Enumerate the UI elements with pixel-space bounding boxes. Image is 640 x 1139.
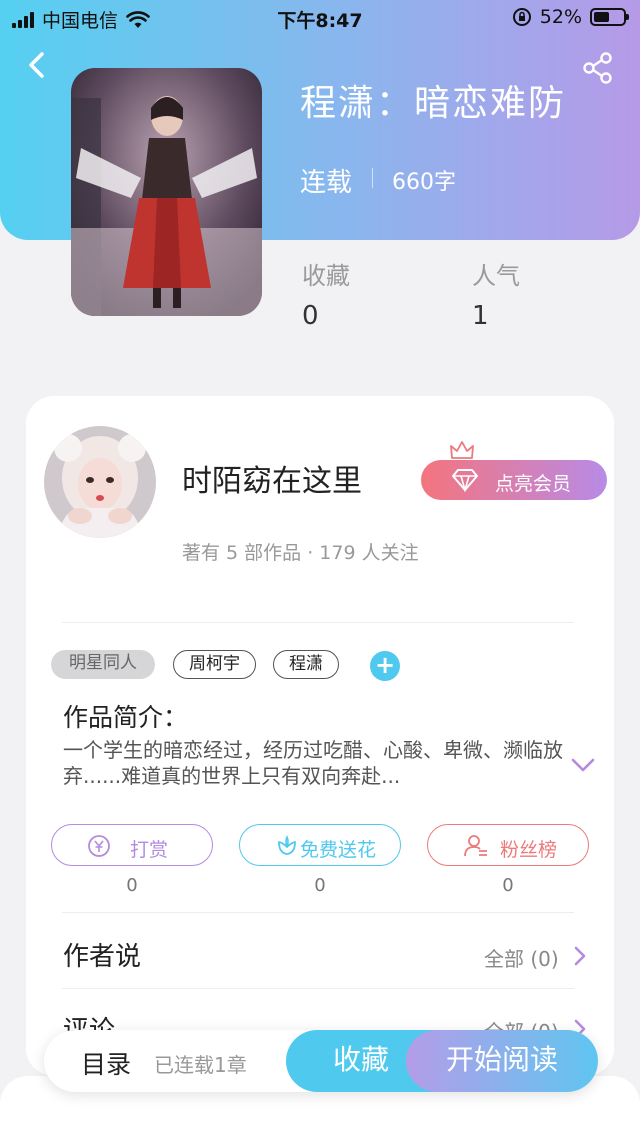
share-button[interactable]: [580, 50, 616, 86]
orientation-lock-icon: [512, 8, 531, 26]
chevron-down-icon[interactable]: [570, 756, 596, 774]
crown-icon: [450, 441, 474, 459]
flower-count: 0: [314, 875, 326, 896]
book-cover-image[interactable]: [71, 68, 262, 316]
author-meta: 著有 5 部作品 · 179 人关注: [182, 542, 419, 564]
tip-button[interactable]: 打赏: [51, 824, 213, 866]
table-of-contents-button[interactable]: 目录: [81, 1045, 131, 1081]
fan-count: 0: [502, 875, 514, 896]
stat-favorites: 收藏 0: [302, 256, 350, 331]
fan-ranking-label: 粉丝榜: [500, 839, 558, 861]
user-ranking-icon: [464, 835, 487, 857]
tag-item[interactable]: 周柯宇: [173, 650, 256, 679]
yen-coin-icon: [88, 835, 110, 857]
divider: [62, 622, 574, 623]
fan-ranking-button[interactable]: 粉丝榜: [427, 824, 589, 866]
book-title: 程潇：暗恋难防: [300, 83, 567, 124]
vip-button-label: 点亮会员: [495, 473, 572, 495]
activate-vip-button[interactable]: 点亮会员: [421, 460, 607, 500]
battery-percent: 52%: [539, 6, 582, 28]
chevron-right-icon[interactable]: [572, 944, 588, 968]
divider: [62, 912, 574, 913]
back-button[interactable]: [22, 48, 52, 84]
send-flower-label: 免费送花: [300, 839, 377, 861]
stat-value: 0: [302, 301, 319, 331]
stat-value: 1: [472, 301, 489, 331]
serial-status: 连载: [300, 168, 353, 198]
divider: [62, 988, 574, 989]
tag-item[interactable]: 程潇: [273, 650, 339, 679]
author-says-all-link[interactable]: 全部 (0): [484, 943, 559, 972]
author-avatar[interactable]: [44, 426, 156, 538]
stat-label: 收藏: [302, 262, 350, 290]
tag-category[interactable]: 明星同人: [51, 650, 155, 679]
stat-popularity: 人气 1: [472, 256, 520, 331]
add-tag-button[interactable]: +: [370, 651, 400, 681]
tip-count: 0: [126, 875, 138, 896]
battery-icon: [590, 8, 629, 26]
send-flower-button[interactable]: 免费送花: [239, 824, 401, 866]
tip-button-label: 打赏: [130, 839, 169, 861]
divider: [372, 168, 373, 188]
stat-label: 人气: [472, 262, 520, 290]
chapter-count: 已连载1章: [154, 1053, 247, 1077]
plus-icon: +: [374, 651, 396, 679]
intro-title: 作品简介：: [63, 703, 189, 732]
status-bar: 中国电信 下午8:47 52%: [0, 0, 640, 36]
flower-icon: [278, 835, 296, 855]
author-says-title: 作者说: [63, 942, 142, 972]
intro-text: 一个学生的暗恋经过，经历过吃醋、心酸、卑微、濒临放弃......难道真的世界上只…: [63, 738, 563, 788]
author-name[interactable]: 时陌窈在这里: [182, 456, 362, 500]
share-icon: [583, 52, 612, 84]
diamond-icon: [452, 469, 478, 492]
chevron-left-icon: [29, 52, 44, 78]
start-reading-button[interactable]: 开始阅读: [406, 1030, 598, 1092]
word-count: 660字: [392, 170, 456, 195]
